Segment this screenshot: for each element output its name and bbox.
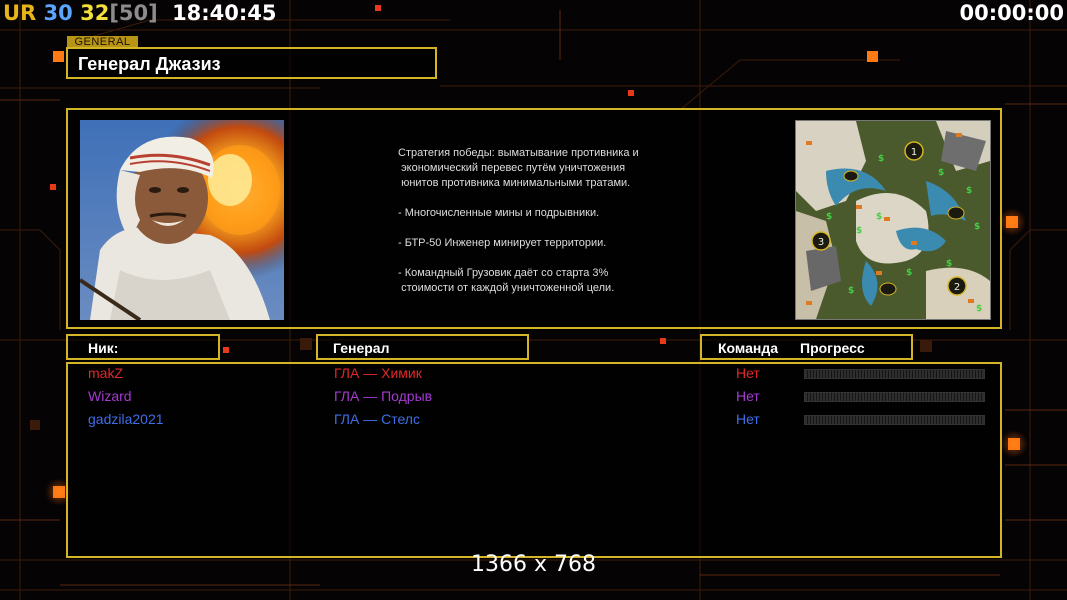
player-row[interactable]: Wizard ГЛА — Подрыв Нет: [68, 388, 1000, 410]
hud-prefix: UR: [3, 1, 37, 25]
column-header-team-progress: Команда Прогресс: [700, 334, 913, 360]
hud-timer: 00:00:00: [959, 1, 1064, 25]
column-label-nick: Ник:: [88, 340, 119, 356]
player-general: ГЛА — Химик: [334, 365, 422, 381]
player-general: ГЛА — Стелс: [334, 411, 420, 427]
svg-text:$: $: [974, 222, 980, 232]
svg-text:$: $: [976, 304, 982, 314]
column-header-general: Генерал: [316, 334, 529, 360]
column-header-nick: Ник:: [66, 334, 220, 360]
svg-text:$: $: [906, 268, 912, 278]
player-general: ГЛА — Подрыв: [334, 388, 433, 404]
player-row[interactable]: makZ ГЛА — Химик Нет: [68, 365, 1000, 387]
svg-text:$: $: [876, 212, 882, 222]
player-row[interactable]: gadzila2021 ГЛА — Стелс Нет: [68, 411, 1000, 433]
player-progress-bar: [804, 392, 985, 402]
svg-text:$: $: [946, 259, 952, 269]
player-list: makZ ГЛА — Химик Нет Wizard ГЛА — Подрыв…: [66, 362, 1002, 558]
hud-value-c: [50]: [109, 1, 158, 25]
svg-text:$: $: [856, 226, 862, 236]
column-label-team: Команда: [718, 340, 778, 356]
svg-text:$: $: [878, 154, 884, 164]
map-start-label: 1: [911, 147, 917, 158]
map-start-label: 3: [818, 237, 824, 248]
player-team: Нет: [736, 365, 760, 381]
player-team: Нет: [736, 388, 760, 404]
svg-text:$: $: [938, 168, 944, 178]
general-title-box: Генерал Джазиз: [66, 47, 437, 79]
player-nick: Wizard: [88, 388, 132, 404]
player-nick: makZ: [88, 365, 123, 381]
player-nick: gadzila2021: [88, 411, 164, 427]
general-description: Стратегия победы: выматывание противника…: [398, 147, 639, 294]
player-team: Нет: [736, 411, 760, 427]
svg-text:$: $: [848, 286, 854, 296]
svg-text:$: $: [966, 186, 972, 196]
hud-clock: 18:40:45: [172, 1, 277, 25]
general-name: Генерал Джазиз: [78, 54, 221, 74]
map-start-label: 2: [954, 282, 960, 293]
hud-value-b: 32: [80, 1, 110, 25]
player-progress-bar: [804, 415, 985, 425]
player-progress-bar: [804, 369, 985, 379]
column-label-general: Генерал: [333, 340, 390, 356]
general-info-panel: Стратегия победы: выматывание противника…: [66, 108, 1002, 329]
minimap-image: $ $ $ $ $ $ $ $ $ $ $ 1 2 3: [795, 120, 991, 320]
commander-portrait-image: [80, 120, 284, 320]
hud-stats: UR 30 32[50] 18:40:45: [3, 1, 277, 25]
column-label-progress: Прогресс: [800, 340, 865, 356]
hud-value-a: 30: [43, 1, 73, 25]
resolution-label: 1366 x 768: [471, 552, 596, 577]
svg-text:$: $: [826, 212, 832, 222]
